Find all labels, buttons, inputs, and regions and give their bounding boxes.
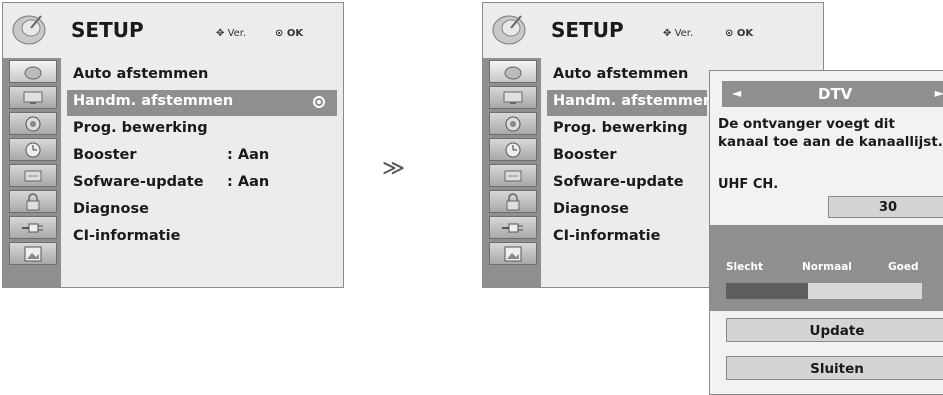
setup-menu-left: SETUP ✥ Ver. ⊙ OK Auto afstemmen Handm. … xyxy=(2,2,344,288)
menu-header: SETUP ✥ Ver. ⊙ OK xyxy=(483,3,823,58)
keyboard-icon xyxy=(504,170,522,181)
arrow-right-icon[interactable]: ► xyxy=(935,86,943,100)
menu-item-auto-tuning[interactable]: Auto afstemmen xyxy=(67,63,337,89)
select-indicator-icon xyxy=(313,96,325,108)
menu-title: SETUP xyxy=(551,18,624,42)
menu-item-software-update[interactable]: Sofware-update: Aan xyxy=(67,171,337,197)
sidebar-item-input[interactable] xyxy=(489,216,537,239)
navigation-hint: ✥ Ver. xyxy=(216,28,247,39)
menu-item-ci-information[interactable]: CI-informatie xyxy=(67,225,337,251)
sidebar-item-option[interactable] xyxy=(9,164,57,187)
info-message: De ontvanger voegt dit kanaal toe aan de… xyxy=(718,116,943,150)
sidebar-item-audio[interactable] xyxy=(9,112,57,135)
satellite-dish-icon xyxy=(504,66,522,79)
arrow-left-icon[interactable]: ◄ xyxy=(732,86,741,100)
sidebar-item-time[interactable] xyxy=(489,138,537,161)
ok-hint: ⊙ OK xyxy=(725,28,754,39)
menu-title: SETUP xyxy=(71,18,144,42)
signal-strength-bar xyxy=(726,283,922,299)
booster-value: : Aan xyxy=(227,147,270,163)
close-button[interactable]: Sluiten xyxy=(726,356,943,380)
sidebar-item-picture[interactable] xyxy=(489,86,537,109)
sidebar-item-usb[interactable] xyxy=(9,242,57,265)
signal-strength-fill xyxy=(726,283,809,299)
software-update-value: : Aan xyxy=(227,174,270,190)
signal-label-bad: Slecht xyxy=(726,261,764,273)
picture-icon xyxy=(24,246,42,261)
navigation-hint: ✥ Ver. xyxy=(663,28,694,39)
plug-icon xyxy=(22,223,43,232)
uhf-channel-label: UHF CH. xyxy=(718,177,779,192)
monitor-icon xyxy=(23,91,43,104)
menu-item-manual-tuning[interactable]: Handm. afstemmen xyxy=(547,90,713,116)
ok-button-icon: ⊙ xyxy=(725,28,737,39)
dpad-icon: ✥ xyxy=(663,28,675,39)
monitor-icon xyxy=(503,91,523,104)
category-sidebar xyxy=(483,58,541,287)
menu-item-diagnostics[interactable]: Diagnose xyxy=(67,198,337,224)
sidebar-item-setup[interactable] xyxy=(489,60,537,83)
setup-options-list: Auto afstemmen Handm. afstemmen Prog. be… xyxy=(61,58,343,287)
menu-item-manual-tuning[interactable]: Handm. afstemmen xyxy=(67,90,337,116)
satellite-dish-icon xyxy=(12,15,46,45)
satellite-dish-icon xyxy=(24,66,42,79)
picture-icon xyxy=(504,246,522,261)
speaker-icon xyxy=(25,116,41,131)
speaker-icon xyxy=(505,116,521,131)
satellite-dish-icon xyxy=(492,15,526,45)
sidebar-item-lock[interactable] xyxy=(489,190,537,213)
menu-header: SETUP ✥ Ver. ⊙ OK xyxy=(3,3,343,58)
signal-strength-panel: Slecht Normaal Goed xyxy=(710,225,943,311)
ok-hint: ⊙ OK xyxy=(275,28,304,39)
dpad-icon: ✥ xyxy=(216,28,228,39)
sidebar-item-lock[interactable] xyxy=(9,190,57,213)
signal-label-good: Goed xyxy=(888,261,919,273)
signal-label-normal: Normaal xyxy=(802,261,852,273)
clock-icon xyxy=(25,142,41,157)
menu-item-booster[interactable]: Booster: Aan xyxy=(67,144,337,170)
ok-button-icon: ⊙ xyxy=(275,28,287,39)
mode-label: DTV xyxy=(818,85,853,103)
menu-item-programme-edit[interactable]: Prog. bewerking xyxy=(67,117,337,143)
lock-icon xyxy=(506,192,520,210)
sidebar-item-usb[interactable] xyxy=(489,242,537,265)
manual-tuning-dialog: ◄ DTV ► De ontvanger voegt dit kanaal to… xyxy=(709,70,943,395)
transition-arrow: ≫ xyxy=(382,156,406,181)
sidebar-item-option[interactable] xyxy=(489,164,537,187)
category-sidebar xyxy=(3,58,61,287)
mode-selector[interactable]: ◄ DTV ► xyxy=(722,81,943,107)
sidebar-item-setup[interactable] xyxy=(9,60,57,83)
clock-icon xyxy=(505,142,521,157)
update-button[interactable]: Update xyxy=(726,318,943,342)
keyboard-icon xyxy=(24,170,42,181)
sidebar-item-time[interactable] xyxy=(9,138,57,161)
sidebar-item-picture[interactable] xyxy=(9,86,57,109)
lock-icon xyxy=(26,192,40,210)
plug-icon xyxy=(502,223,523,232)
uhf-channel-field[interactable]: 30 xyxy=(828,196,943,218)
sidebar-item-audio[interactable] xyxy=(489,112,537,135)
sidebar-item-input[interactable] xyxy=(9,216,57,239)
